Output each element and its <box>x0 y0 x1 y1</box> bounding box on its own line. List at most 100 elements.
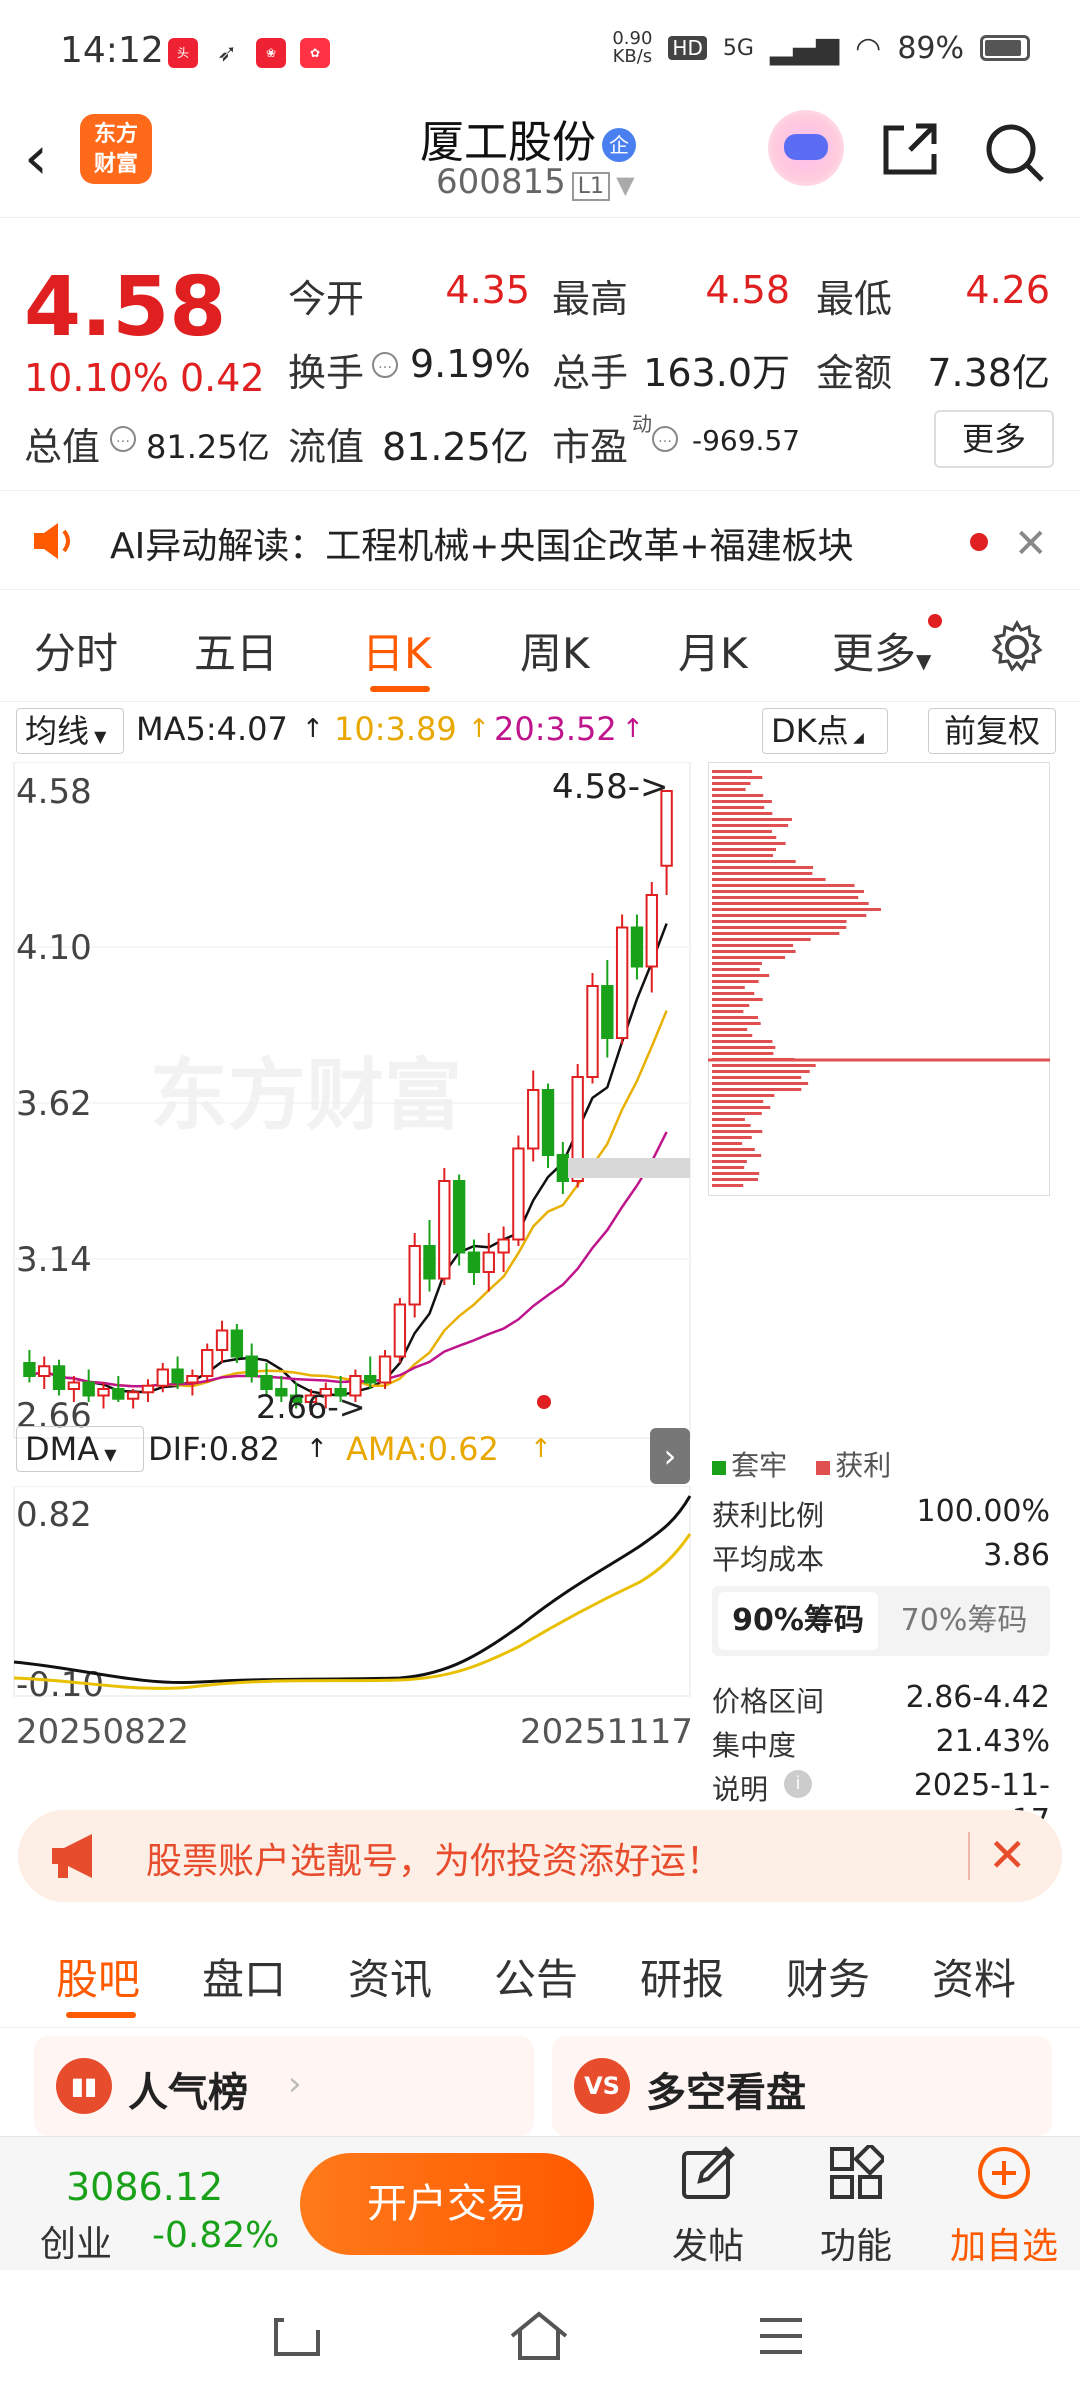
news-icon: 头 <box>168 38 198 68</box>
dk-select[interactable]: DK点 ◢ <box>762 708 888 754</box>
tab-forum[interactable]: 股吧 <box>56 1946 140 2007</box>
up-arrow-icon: ↑ <box>468 714 490 744</box>
dma-chart[interactable]: 0.82 -0.10 <box>0 1486 700 1706</box>
dma-frame <box>13 1486 691 1697</box>
chip-bar <box>712 824 789 827</box>
caret-down-icon: ▼ <box>916 649 932 673</box>
tab-five-day[interactable]: 五日 <box>194 620 278 681</box>
ai-robot-avatar[interactable] <box>768 110 844 186</box>
stock-title[interactable]: 厦工股份企 <box>420 106 636 170</box>
chip-bar <box>712 1082 809 1085</box>
chip-bar <box>712 986 745 989</box>
stock-code[interactable]: 600815 L1 ▼ <box>436 162 635 202</box>
chip-bar <box>712 1160 747 1163</box>
popularity-card[interactable]: ▮▮ 人气榜 › <box>34 2036 534 2136</box>
index-value[interactable]: 3086.12 <box>66 2165 223 2209</box>
sub-indicator-select[interactable]: DMA ▼ <box>16 1426 144 1472</box>
chip-bar <box>712 1166 745 1169</box>
long-short-card[interactable]: VS 多空看盘 <box>552 2036 1052 2136</box>
status-time: 14:12 <box>60 30 164 71</box>
chip-bar <box>712 1184 744 1187</box>
open-account-trade-button[interactable]: 开户交易 <box>300 2153 594 2255</box>
function-label[interactable]: 功能 <box>820 2217 892 2269</box>
candle-body <box>215 1329 229 1351</box>
last-price: 4.58 <box>24 260 227 355</box>
chip-bar <box>712 836 777 839</box>
tab-finance[interactable]: 财务 <box>786 1946 870 2007</box>
close-icon[interactable]: ✕ <box>1014 521 1048 567</box>
grid-apps-icon[interactable] <box>828 2145 884 2201</box>
tab-profile[interactable]: 资料 <box>932 1946 1016 2007</box>
promo-banner[interactable]: 股票账户选靓号，为你投资添好运！ ✕ <box>18 1810 1062 1902</box>
adjust-select[interactable]: 前复权 <box>928 708 1056 754</box>
status-right: 0.90 KB/s HD 5G ▂▄▆ ◠ 89% <box>612 30 1030 66</box>
edit-post-icon[interactable] <box>680 2145 736 2201</box>
chip-bar <box>712 962 762 965</box>
chip-distribution[interactable] <box>708 762 1050 1196</box>
tab-daily-k[interactable]: 日K <box>362 620 432 681</box>
home-nav-icon[interactable] <box>508 2310 570 2362</box>
indicator-select[interactable]: 均线 ▼ <box>16 708 124 754</box>
price-tick-label: 3.62 <box>16 1084 92 1124</box>
candle-body <box>467 1251 481 1273</box>
chip-bar <box>712 1022 761 1025</box>
share-icon[interactable] <box>880 122 940 178</box>
chip-bar <box>712 1094 775 1097</box>
app-logo[interactable]: 东方 财富 <box>80 114 152 184</box>
info-icon[interactable]: … <box>110 426 136 452</box>
expand-chevron-icon[interactable]: › <box>650 1428 690 1484</box>
candle-body <box>23 1362 36 1377</box>
chip-bar <box>712 896 859 899</box>
tab-monthly-k[interactable]: 月K <box>678 620 748 681</box>
chip-bar <box>712 980 759 983</box>
tab-intraday[interactable]: 分时 <box>34 620 118 681</box>
versus-icon: VS <box>574 2058 630 2114</box>
index-change[interactable]: -0.82% <box>152 2215 279 2256</box>
info-icon[interactable]: … <box>372 352 398 378</box>
open-value: 4.35 <box>445 268 530 312</box>
code-text: 600815 <box>436 162 566 202</box>
chip-bar <box>712 1040 773 1043</box>
search-icon[interactable] <box>984 122 1046 184</box>
tab-weekly-k[interactable]: 周K <box>520 620 590 681</box>
chip-bar <box>712 1004 750 1007</box>
back-nav-icon[interactable] <box>270 2314 324 2360</box>
dif-line <box>13 1495 692 1685</box>
chip-bar <box>712 920 847 923</box>
tab-chip-70[interactable]: 70%筹码 <box>884 1592 1044 1650</box>
chevron-right-icon: › <box>288 2064 302 2104</box>
system-nav-bar <box>0 2270 1080 2400</box>
range-value: 2.86-4.42 <box>905 1680 1050 1715</box>
signal-dot <box>537 1395 551 1409</box>
chip-bar <box>712 776 763 779</box>
close-icon[interactable]: ✕ <box>988 1828 1027 1882</box>
chip-bar <box>712 806 765 809</box>
add-watchlist-icon[interactable] <box>976 2145 1032 2201</box>
tab-order-book[interactable]: 盘口 <box>202 1946 286 2007</box>
float-value: 81.25亿 <box>382 425 529 469</box>
index-name[interactable]: 创业 <box>40 2215 112 2267</box>
info-icon[interactable]: … <box>652 426 678 452</box>
tab-research[interactable]: 研报 <box>640 1946 724 2007</box>
chip-bar <box>712 770 753 773</box>
turnover-label: 换手 <box>288 351 365 395</box>
ai-banner[interactable]: AI异动解读：工程机械+央国企改革+福建板块 ✕ <box>0 490 1080 590</box>
tab-chip-90[interactable]: 90%筹码 <box>718 1592 878 1650</box>
gear-icon[interactable] <box>990 620 1044 674</box>
tab-announcements[interactable]: 公告 <box>494 1946 578 2007</box>
tab-news[interactable]: 资讯 <box>348 1946 432 2007</box>
candle-body <box>527 1089 540 1150</box>
info-icon[interactable]: i <box>784 1770 812 1798</box>
kline-chart[interactable]: 东方财富 4.584.103.623.142.66 4.58-> 2.66-> <box>0 762 700 1482</box>
add-watchlist-label[interactable]: 加自选 <box>950 2217 1058 2269</box>
pe-label: 市盈 <box>552 425 629 469</box>
tab-more[interactable]: 更多▼ <box>832 620 931 681</box>
date-start: 20250822 <box>16 1712 190 1752</box>
back-icon[interactable]: ‹ <box>24 128 48 188</box>
more-button[interactable]: 更多 <box>934 410 1054 468</box>
active-tab-indicator <box>66 2012 136 2018</box>
candle-body <box>512 1147 525 1241</box>
post-label[interactable]: 发帖 <box>672 2217 744 2269</box>
menu-nav-icon[interactable] <box>756 2316 806 2356</box>
volume-label: 总手 <box>552 351 629 395</box>
